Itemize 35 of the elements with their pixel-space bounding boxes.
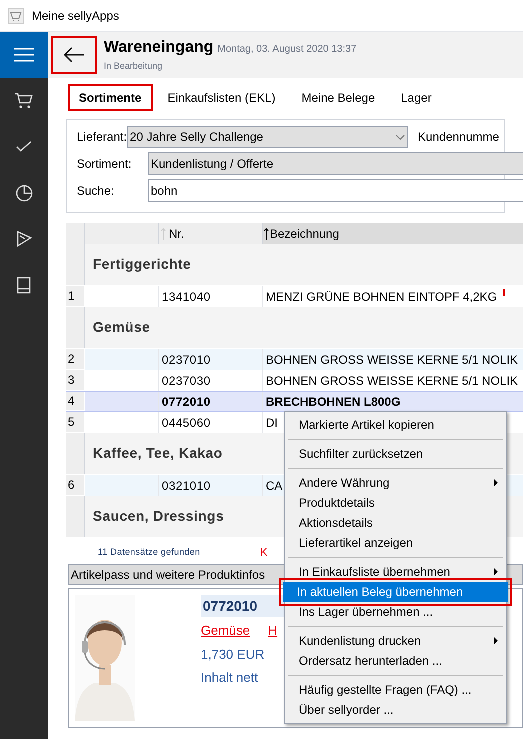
row-number: 2 bbox=[68, 351, 75, 368]
field-label: Sortiment: bbox=[77, 156, 133, 172]
table-cell-text: 0237010 bbox=[162, 352, 211, 368]
status-label: In Bearbeitung bbox=[104, 60, 164, 74]
table-cell-text: 0445060 bbox=[162, 414, 211, 432]
table-cell-text: 1341040 bbox=[162, 288, 211, 306]
group-header: Fertiggerichte bbox=[93, 255, 192, 274]
field-label: Kundennumme bbox=[418, 129, 500, 146]
field-label: Lieferant: bbox=[77, 129, 128, 146]
row-number: 1 bbox=[68, 288, 75, 305]
date-label: Montag, 03. August 2020 13:37 bbox=[218, 43, 357, 58]
row-number: 4 bbox=[68, 393, 75, 410]
table-cell-text: 0772010 bbox=[162, 394, 211, 410]
table-cell-text: 0321010 bbox=[162, 478, 211, 494]
table-cell-text: DI bbox=[266, 414, 278, 432]
table-cell-text: CA bbox=[266, 478, 283, 494]
table-cell-text: MENZI GRÜNE BOHNEN EINTOPF 4,2KG bbox=[266, 288, 498, 306]
row-number: 6 bbox=[68, 477, 75, 494]
group-header: Kaffee, Tee, Kakao bbox=[93, 444, 223, 463]
group-header: Gemüse bbox=[93, 318, 150, 337]
field-label: Suche: bbox=[77, 182, 116, 200]
group-header: Saucen, Dressings bbox=[93, 507, 224, 526]
product-number: 0772010 bbox=[203, 596, 258, 616]
record-count: 11 Datensätze gefunden bbox=[98, 546, 200, 560]
table-cell-text: BRECHBOHNEN L800G bbox=[266, 394, 401, 410]
table-cell-text: 0237030 bbox=[162, 372, 211, 390]
page-title: Wareneingang bbox=[104, 38, 214, 58]
table-cell-text: BOHNEN GROSS WEISSE KERNE 5/1 NOLIK bbox=[266, 352, 518, 368]
table-cell-text: BOHNEN GROSS WEISSE KERNE 5/1 NOLIK bbox=[266, 372, 518, 390]
price-label: 1,730 EUR bbox=[201, 646, 265, 664]
content-label: Inhalt nett bbox=[201, 669, 258, 687]
row-number: 3 bbox=[68, 372, 75, 389]
row-number: 5 bbox=[68, 414, 75, 431]
window-title: Meine sellyApps bbox=[32, 8, 120, 24]
panel-title: Artikelpass und weitere Produktinfos bbox=[71, 566, 266, 584]
